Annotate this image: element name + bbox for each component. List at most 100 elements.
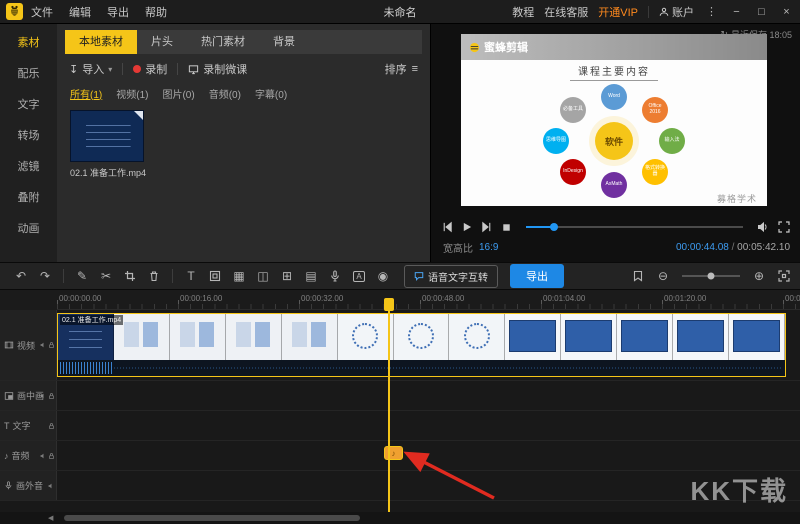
current-time: 00:00:44.08 xyxy=(676,242,729,253)
sort-button[interactable]: 排序 ≡ xyxy=(385,61,418,77)
filter-audio[interactable]: 音频(0) xyxy=(209,86,241,101)
slide-header: 蜜蜂剪辑 xyxy=(461,34,767,60)
aspect-ratio-select[interactable]: 16:9 xyxy=(479,242,498,253)
filmstrip-thumb xyxy=(394,314,450,360)
tab-local-media[interactable]: 本地素材 xyxy=(65,30,137,54)
filter-image[interactable]: 图片(0) xyxy=(162,86,194,101)
mute-icon[interactable] xyxy=(40,392,47,399)
sidebar-item-transition[interactable]: 转场 xyxy=(0,121,57,152)
account-button[interactable]: 账户 xyxy=(659,4,694,20)
tab-background[interactable]: 背景 xyxy=(259,30,309,54)
menu-edit[interactable]: 编辑 xyxy=(69,4,91,20)
sidebar-item-overlay[interactable]: 叠附 xyxy=(0,183,57,214)
tab-intro[interactable]: 片头 xyxy=(137,30,187,54)
fit-timeline-icon[interactable] xyxy=(778,270,790,282)
next-frame-button[interactable] xyxy=(481,221,493,233)
zoom-knob[interactable] xyxy=(708,273,715,280)
track-row-pip[interactable]: 画中画 xyxy=(0,381,800,411)
volume-icon[interactable] xyxy=(757,221,770,233)
seek-knob[interactable] xyxy=(550,223,558,231)
mic-icon[interactable] xyxy=(324,270,346,282)
picture-icon[interactable]: ▤ xyxy=(300,269,322,283)
zoom-in-icon[interactable]: ⊕ xyxy=(748,269,770,283)
filter-all[interactable]: 所有(1) xyxy=(70,86,102,101)
seek-slider[interactable] xyxy=(526,226,743,228)
screen-record-icon[interactable]: ◉ xyxy=(372,269,394,283)
track-header-voiceover[interactable]: 画外音 xyxy=(0,471,57,500)
video-clip[interactable]: 02.1 准备工作.mp4 xyxy=(57,313,786,377)
crop-frame-icon[interactable] xyxy=(204,270,226,282)
menu-export[interactable]: 导出 xyxy=(107,4,129,20)
prev-frame-button[interactable] xyxy=(441,221,453,233)
import-button[interactable]: ↧ 导入 ▾ xyxy=(69,61,112,77)
record-lesson-button[interactable]: 录制微课 xyxy=(188,61,247,77)
ruler-label: 00:01:04.00 xyxy=(543,294,585,303)
sidebar-item-filter[interactable]: 滤镜 xyxy=(0,152,57,183)
redo-icon[interactable]: ↷ xyxy=(34,269,56,283)
timeline-scrollbar[interactable]: ◀ xyxy=(0,512,800,524)
sidebar-item-music[interactable]: 配乐 xyxy=(0,59,57,90)
materials-grid: 02.1 准备工作.mp4 xyxy=(57,102,430,262)
track-header-audio[interactable]: ♪ 音频 xyxy=(0,441,57,470)
speech-text-button[interactable]: 语音文字互转 xyxy=(404,265,498,288)
mosaic-icon[interactable]: ▦ xyxy=(228,269,250,283)
lock-icon[interactable] xyxy=(48,422,55,429)
track-header-text[interactable]: T 文字 xyxy=(0,411,57,440)
timeline-tracks: 视频 画中画 T xyxy=(0,310,800,512)
timeline-ruler[interactable]: 00:00:00.00 00:00:16.00 00:00:32.00 00:0… xyxy=(0,290,800,310)
mute-icon[interactable] xyxy=(40,342,47,349)
timecode: 00:00:44.08 / 00:05:42.10 xyxy=(676,242,790,253)
mute-icon[interactable] xyxy=(48,482,55,489)
preview-panel: ↻ 最近保存 18:05 蜜蜂剪辑 课程主要内容 Word Office 201… xyxy=(430,24,800,262)
media-item[interactable]: 02.1 准备工作.mp4 xyxy=(70,110,150,179)
pip-icon[interactable]: ◫ xyxy=(252,269,274,283)
zoom-slider[interactable] xyxy=(682,275,740,277)
bee-watermark-icon xyxy=(469,42,480,53)
scroll-left-icon[interactable]: ◀ xyxy=(48,514,53,522)
crop-icon[interactable] xyxy=(119,270,141,282)
sidebar-item-animation[interactable]: 动画 xyxy=(0,214,57,245)
diagram-bubble: 格式转换器 xyxy=(642,159,668,185)
zoom-out-icon[interactable]: ⊖ xyxy=(652,269,674,283)
more-menu-icon[interactable]: ⋮ xyxy=(704,5,719,18)
record-button[interactable]: 录制 xyxy=(133,61,167,77)
tab-hot-media[interactable]: 热门素材 xyxy=(187,30,259,54)
scrollbar-thumb[interactable] xyxy=(64,515,360,521)
edit-icon[interactable]: ✎ xyxy=(71,269,93,283)
tutorial-link[interactable]: 教程 xyxy=(512,4,534,20)
close-button[interactable]: × xyxy=(779,6,794,18)
lock-icon[interactable] xyxy=(48,342,55,349)
freeze-frame-icon[interactable]: ⊞ xyxy=(276,269,298,283)
sidebar-item-media[interactable]: 素材 xyxy=(0,28,57,59)
split-scissors-icon[interactable]: ✂ xyxy=(95,269,117,283)
filter-subtitle[interactable]: 字幕(0) xyxy=(255,86,287,101)
vip-link[interactable]: 开通VIP xyxy=(598,4,638,20)
maximize-button[interactable]: □ xyxy=(754,6,769,18)
track-header-video[interactable]: 视频 xyxy=(0,310,57,380)
fullscreen-icon[interactable] xyxy=(778,221,790,233)
menu-file[interactable]: 文件 xyxy=(31,4,53,20)
stop-button[interactable] xyxy=(501,222,512,233)
text-tool-icon[interactable]: T xyxy=(180,269,202,283)
track-row-text[interactable]: T 文字 xyxy=(0,411,800,441)
track-header-pip[interactable]: 画中画 xyxy=(0,381,57,410)
marker-icon[interactable] xyxy=(632,270,644,282)
minimize-button[interactable]: − xyxy=(729,6,744,18)
lock-icon[interactable] xyxy=(48,392,55,399)
sidebar-item-text[interactable]: 文字 xyxy=(0,90,57,121)
support-link[interactable]: 在线客服 xyxy=(544,4,588,20)
video-preview[interactable]: 蜜蜂剪辑 课程主要内容 Word Office 2016 输入法 格式转换器 A… xyxy=(461,34,767,206)
media-thumbnail[interactable] xyxy=(70,110,144,162)
menu-help[interactable]: 帮助 xyxy=(145,4,167,20)
voiceover-mic-icon xyxy=(4,481,13,490)
play-button[interactable] xyxy=(461,221,473,233)
mute-icon[interactable] xyxy=(40,452,47,459)
lock-icon[interactable] xyxy=(48,452,55,459)
import-icon: ↧ xyxy=(69,63,78,76)
playhead[interactable] xyxy=(388,298,390,512)
export-button[interactable]: 导出 xyxy=(510,264,564,288)
filter-video[interactable]: 视频(1) xyxy=(116,86,148,101)
delete-icon[interactable] xyxy=(143,270,165,282)
undo-icon[interactable]: ↶ xyxy=(10,269,32,283)
subtitle-icon[interactable]: A xyxy=(348,271,370,282)
